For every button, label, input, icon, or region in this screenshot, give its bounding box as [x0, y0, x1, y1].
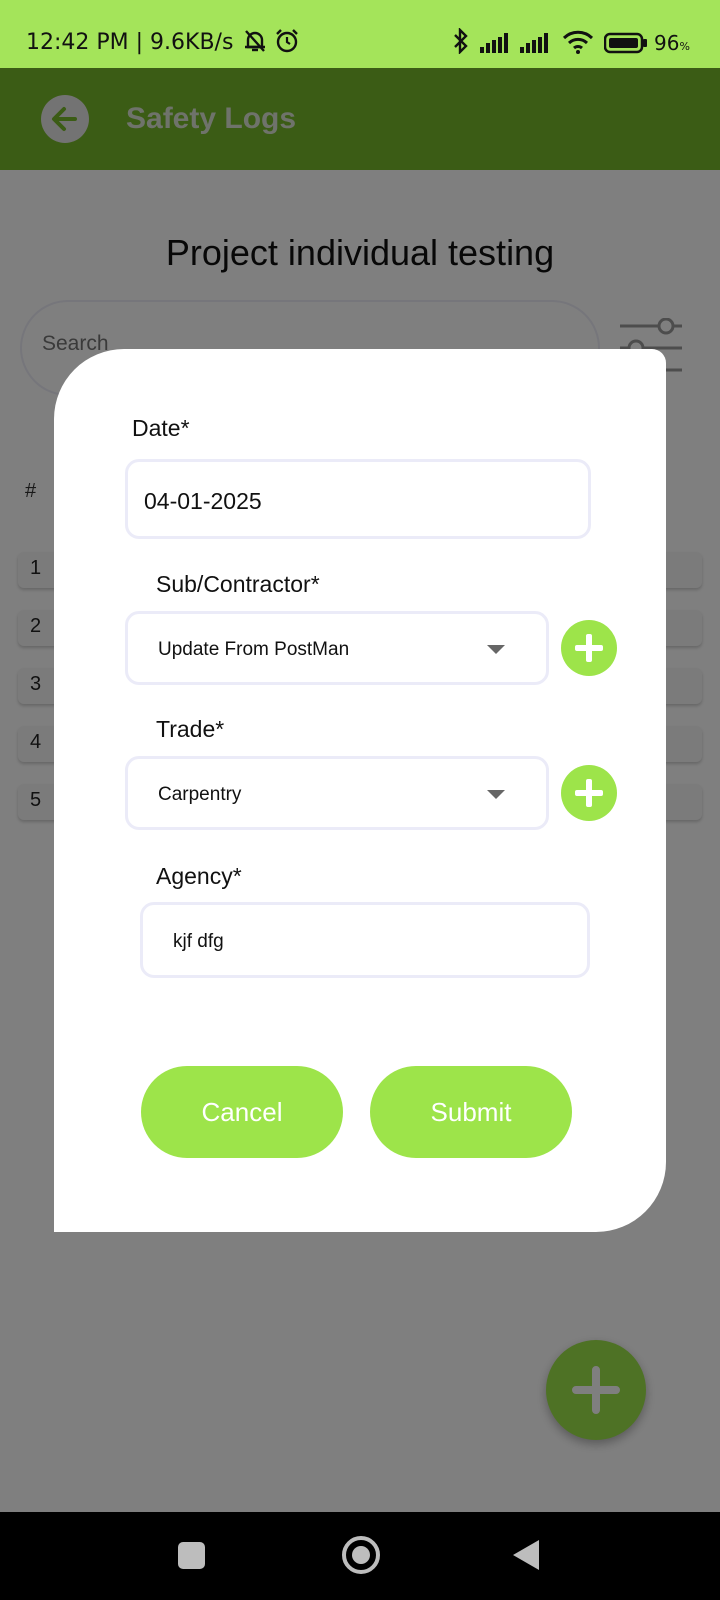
subcontractor-value: Update From PostMan — [158, 639, 350, 660]
system-nav-bar — [0, 1512, 720, 1600]
agency-label: Agency* — [156, 863, 242, 889]
subcontractor-select[interactable]: Update From PostMan — [125, 611, 549, 685]
date-field[interactable]: 04-01-2025 — [125, 459, 591, 539]
trade-label: Trade* — [156, 716, 225, 742]
home-button[interactable] — [342, 1536, 380, 1574]
cancel-button[interactable]: Cancel — [141, 1066, 343, 1158]
battery-percent: 96% — [654, 31, 690, 55]
date-label: Date* — [132, 415, 190, 441]
status-bar: 12:42 PM | 9.6KB/s 96% — [0, 0, 720, 68]
add-safety-log-dialog: Date* 04-01-2025 Sub/Contractor* Update … — [54, 349, 666, 1232]
trade-select[interactable]: Carpentry — [125, 756, 549, 830]
trade-value: Carpentry — [158, 784, 242, 805]
agency-input[interactable]: kjf dfg — [140, 902, 590, 978]
chevron-down-icon — [487, 790, 505, 799]
recents-button[interactable] — [178, 1542, 205, 1569]
battery-icon — [603, 32, 648, 61]
agency-value: kjf dfg — [173, 931, 224, 952]
add-trade-button[interactable] — [561, 765, 617, 821]
signal-icon — [520, 32, 554, 60]
bluetooth-icon — [452, 27, 470, 61]
wifi-icon — [562, 30, 594, 61]
subcontractor-label: Sub/Contractor* — [156, 571, 320, 597]
status-time: 12:42 PM | 9.6KB/s — [26, 30, 234, 55]
submit-button[interactable]: Submit — [370, 1066, 572, 1158]
alarm-icon — [274, 28, 300, 61]
signal-icon — [480, 32, 514, 60]
bell-off-icon — [242, 28, 268, 61]
date-value: 04-01-2025 — [144, 488, 262, 514]
chevron-down-icon — [487, 645, 505, 654]
add-subcontractor-button[interactable] — [561, 620, 617, 676]
back-nav-button[interactable] — [513, 1540, 539, 1570]
